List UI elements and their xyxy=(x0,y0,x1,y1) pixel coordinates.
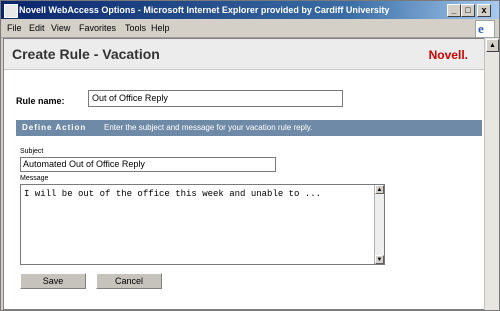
menu-view[interactable]: View xyxy=(51,23,70,33)
scroll-up-icon[interactable]: ▲ xyxy=(375,185,384,194)
subject-label: Subject xyxy=(20,148,44,155)
subject-input[interactable]: Automated Out of Office Reply xyxy=(20,157,276,172)
message-label: Message xyxy=(20,175,49,182)
define-action-bar: Define Action Enter the subject and mess… xyxy=(16,120,482,136)
minimize-button[interactable]: _ xyxy=(447,4,461,17)
novell-logo: Novell. xyxy=(428,48,468,62)
message-textarea[interactable]: I will be out of the office this week an… xyxy=(20,184,385,265)
page-content: Create Rule - Vacation Novell. Rule name… xyxy=(3,38,485,310)
menu-help[interactable]: Help xyxy=(151,23,170,33)
page-title: Create Rule - Vacation xyxy=(12,46,160,62)
scroll-down-icon[interactable]: ▼ xyxy=(375,255,384,264)
ie-logo-icon: e xyxy=(475,20,495,38)
maximize-button[interactable]: □ xyxy=(461,4,475,17)
rule-name-input[interactable]: Out of Office Reply xyxy=(88,90,343,107)
title-bar: Novell WebAccess Options - Microsoft Int… xyxy=(1,1,499,19)
save-button[interactable]: Save xyxy=(20,273,86,289)
menu-file[interactable]: File xyxy=(7,23,22,33)
section-title: Define Action xyxy=(22,123,87,132)
menu-edit[interactable]: Edit xyxy=(29,23,45,33)
rule-name-label: Rule name: xyxy=(16,96,65,106)
page-scrollbar[interactable]: ▲ xyxy=(484,38,499,310)
message-text: I will be out of the office this week an… xyxy=(24,189,322,199)
window-title: Novell WebAccess Options - Microsoft Int… xyxy=(19,5,390,15)
cancel-button[interactable]: Cancel xyxy=(96,273,162,289)
message-scrollbar[interactable]: ▲ ▼ xyxy=(374,185,384,264)
close-button[interactable]: x xyxy=(477,4,491,17)
section-description: Enter the subject and message for your v… xyxy=(104,123,313,132)
page-scroll-up-icon[interactable]: ▲ xyxy=(486,39,499,52)
menu-tools[interactable]: Tools xyxy=(125,23,146,33)
menu-favorites[interactable]: Favorites xyxy=(79,23,116,33)
menu-bar: File Edit View Favorites Tools Help e xyxy=(1,19,499,38)
ie-app-icon xyxy=(4,4,18,18)
browser-window: Novell WebAccess Options - Microsoft Int… xyxy=(0,0,500,311)
page-header: Create Rule - Vacation Novell. xyxy=(4,39,484,70)
